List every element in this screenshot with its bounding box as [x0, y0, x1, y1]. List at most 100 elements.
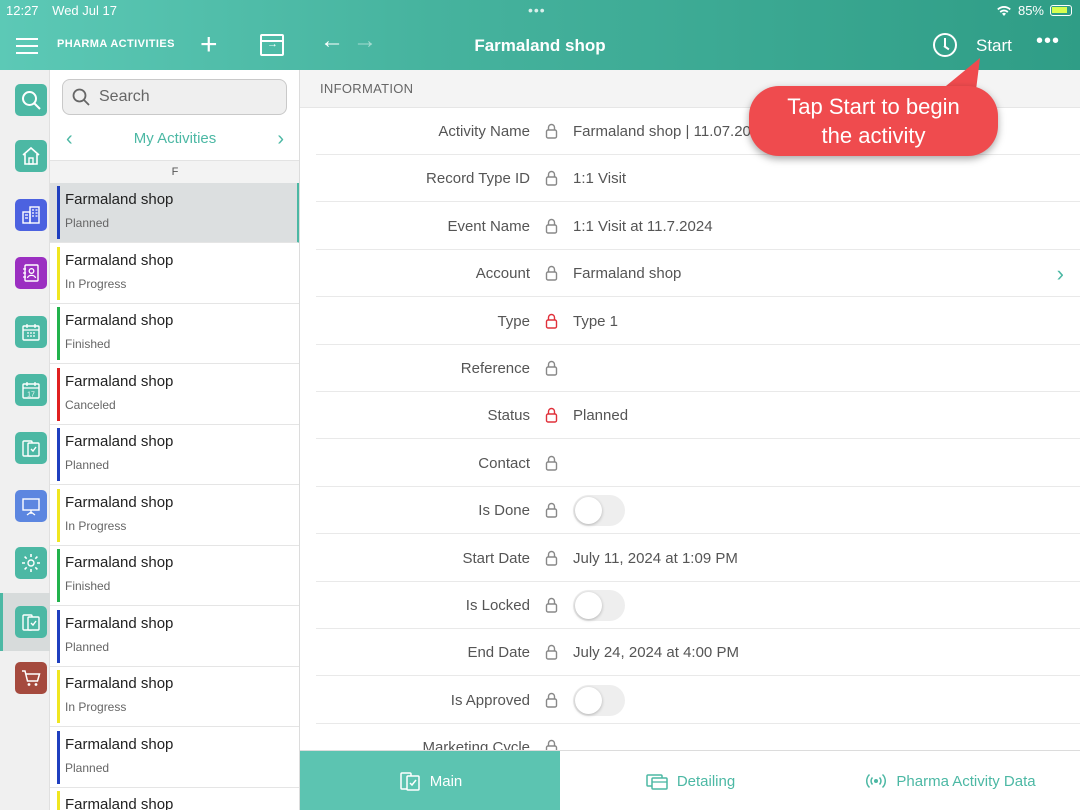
clock-icon[interactable] — [933, 33, 957, 57]
is-locked-toggle[interactable] — [573, 590, 625, 621]
field-label: Reference — [460, 360, 530, 377]
broadcast-icon — [866, 773, 887, 789]
field-label: Account — [475, 265, 530, 283]
status-color-bar — [57, 367, 60, 421]
list-item-name: Farmaland shop — [65, 433, 174, 450]
search-input[interactable] — [99, 88, 269, 106]
chevron-right-icon[interactable]: › — [277, 128, 284, 151]
add-icon[interactable]: + — [200, 30, 218, 60]
list-item-status: Planned — [65, 458, 110, 472]
status-color-bar — [57, 307, 60, 360]
hamburger-menu-icon[interactable] — [16, 38, 38, 54]
status-color-bar — [57, 549, 60, 602]
rail-presentation-icon[interactable] — [15, 490, 47, 522]
bottom-tab-bar: Main Detailing Pharma Activity Data — [300, 750, 1080, 810]
status-color-bar — [57, 488, 60, 542]
list-item-status: Finished — [65, 337, 111, 351]
list-item-status: Finished — [65, 579, 111, 593]
field-row-start-date: Start Date July 11, 2024 at 1:09 PM — [316, 535, 1080, 582]
field-label: Type — [497, 312, 530, 330]
status-color-bar — [57, 791, 60, 810]
callout-line-1: Tap Start to begin — [787, 94, 960, 119]
tab-main[interactable]: Main — [300, 751, 560, 810]
list-item[interactable]: Farmaland shop In Progress — [50, 667, 299, 727]
lock-icon — [545, 455, 558, 471]
status-color-bar — [57, 186, 60, 239]
list-item[interactable]: Farmaland shop Planned — [50, 727, 299, 788]
main-tab-icon — [399, 772, 420, 791]
is-approved-toggle[interactable] — [573, 684, 625, 716]
multitasking-dots-icon[interactable]: ••• — [528, 2, 546, 18]
rail-contacts-icon[interactable] — [15, 257, 47, 289]
start-button[interactable]: Start — [976, 36, 1012, 56]
field-value: Farmaland shop — [573, 265, 682, 283]
field-label: Record Type ID — [426, 170, 530, 188]
field-label: Activity Name — [438, 123, 530, 140]
list-item[interactable]: Farmaland shop Finished — [50, 546, 299, 606]
rail-cart-icon[interactable] — [15, 662, 47, 694]
list-item-status: In Progress — [65, 276, 127, 291]
field-label: Contact — [478, 454, 530, 472]
list-item[interactable]: Farmaland shop Planned — [50, 425, 299, 485]
list-item[interactable]: Farmaland shop Planned — [50, 183, 299, 243]
list-item-status: Planned — [65, 760, 110, 775]
split-view-icon[interactable] — [260, 34, 284, 56]
field-row-account[interactable]: Account Farmaland shop › — [316, 250, 1080, 298]
back-arrow-icon[interactable]: ← — [320, 29, 344, 53]
page-title: Farmaland shop — [474, 36, 606, 55]
field-row-reference: Reference — [316, 345, 1080, 392]
tab-pharma-activity-data[interactable]: Pharma Activity Data — [820, 751, 1080, 810]
top-bar: 12:27 Wed Jul 17 ••• 85% PHARMA ACTIVITI… — [0, 0, 1080, 70]
rail-pharma-activities-icon[interactable] — [15, 606, 47, 638]
tab-detailing[interactable]: Detailing — [560, 751, 820, 810]
detailing-tab-icon — [646, 774, 668, 790]
list-item[interactable]: Farmaland shop Finished — [50, 304, 299, 364]
rail-buildings-icon[interactable] — [15, 199, 47, 231]
rail-active-indicator — [0, 593, 3, 651]
field-label: Status — [487, 407, 530, 425]
battery-percent: 85% — [1017, 3, 1044, 18]
lock-icon — [545, 503, 558, 518]
list-item-status: In Progress — [65, 518, 127, 533]
battery-icon — [1050, 5, 1072, 16]
rail-activity-checklist-icon[interactable] — [15, 432, 47, 464]
wifi-icon — [997, 5, 1011, 16]
field-row-is-done: Is Done — [316, 487, 1080, 535]
search-box[interactable] — [62, 79, 287, 115]
lock-icon — [545, 171, 558, 187]
list-item-name: Farmaland shop — [65, 372, 174, 390]
lock-icon — [545, 123, 558, 139]
list-item[interactable]: Farmaland shop Canceled — [50, 364, 299, 425]
forward-arrow-icon[interactable]: → — [353, 29, 377, 53]
rail-settings-gear-icon[interactable] — [15, 547, 47, 579]
list-item[interactable]: Farmaland shop Planned — [50, 606, 299, 667]
lock-icon — [545, 313, 558, 329]
rail-home-icon[interactable] — [15, 140, 47, 172]
callout-line-2: the activity — [821, 123, 926, 148]
list-item-name: Farmaland shop — [65, 312, 174, 329]
list-item-name: Farmaland shop — [65, 796, 174, 810]
list-item[interactable]: Farmaland shop In Progress — [50, 243, 299, 304]
list-filter-title[interactable]: My Activities — [50, 130, 299, 147]
rail-calendar-day-icon[interactable]: 17 — [15, 374, 47, 406]
more-options-icon[interactable]: ••• — [1036, 30, 1060, 53]
status-time: 12:27 — [6, 3, 39, 18]
list-item[interactable]: Farmaland shop — [50, 788, 299, 810]
list-item[interactable]: Farmaland shop In Progress — [50, 485, 299, 546]
status-bar-left: 12:27 Wed Jul 17 — [6, 3, 127, 18]
activity-detail-panel: INFORMATION Activity Name Farmaland shop … — [300, 70, 1080, 750]
list-section-header: F — [50, 160, 299, 183]
lock-icon — [545, 597, 558, 613]
lock-icon — [545, 360, 558, 376]
is-done-toggle[interactable] — [573, 495, 625, 527]
tab-pharma-activity-data-label: Pharma Activity Data — [896, 772, 1036, 790]
status-color-bar — [57, 670, 60, 723]
field-row-end-date: End Date July 24, 2024 at 4:00 PM — [316, 629, 1080, 677]
lock-icon — [545, 266, 558, 281]
list-item-name: Farmaland shop — [65, 251, 174, 269]
list-item-status: Canceled — [65, 397, 116, 412]
rail-search-icon[interactable] — [15, 84, 47, 116]
chevron-right-icon[interactable]: › — [1057, 261, 1064, 287]
field-value: Type 1 — [573, 312, 619, 330]
rail-calendar-grid-icon[interactable] — [15, 316, 47, 348]
